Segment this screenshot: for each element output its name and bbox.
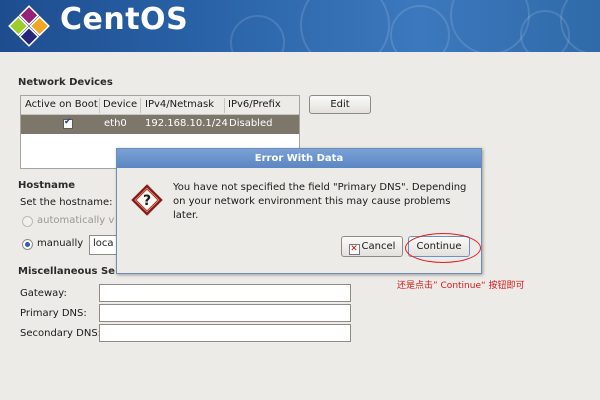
banner-swirl <box>300 0 390 52</box>
column-header-ipv6[interactable]: IPv6/Prefix <box>228 99 281 110</box>
gateway-field[interactable] <box>99 284 351 302</box>
banner-swirl <box>390 5 450 52</box>
active-on-boot-checkbox[interactable] <box>63 117 73 129</box>
header-banner: CentOS <box>0 0 600 52</box>
manual-hostname-label: manually <box>37 238 84 249</box>
banner-swirl <box>230 15 285 52</box>
annotation-note: 还是点击” Continue“ 按钮即可 <box>397 281 525 291</box>
secondary-dns-field[interactable] <box>99 324 351 342</box>
primary-dns-label: Primary DNS: <box>20 308 87 319</box>
cancel-button-label: Cancel <box>361 241 396 252</box>
dialog-title: Error With Data <box>117 149 481 168</box>
question-icon: ? <box>131 184 163 216</box>
misc-settings-title: Miscellaneous Se <box>18 266 115 277</box>
gateway-label: Gateway: <box>20 288 67 299</box>
secondary-dns-label: Secondary DNS: <box>20 328 102 339</box>
table-row[interactable]: eth0 192.168.10.1/24 Disabled <box>21 115 299 134</box>
edit-button[interactable]: Edit <box>309 95 371 114</box>
cancel-button[interactable]: ✕ Cancel <box>341 236 403 257</box>
dialog-message: You have not specified the field "Primar… <box>173 182 467 221</box>
hostname-title: Hostname <box>18 180 76 191</box>
automatic-hostname-label: automatically v <box>37 215 115 226</box>
manual-hostname-radio[interactable] <box>22 239 33 250</box>
column-separator <box>99 98 100 113</box>
edit-button-label: Edit <box>330 99 350 110</box>
column-separator <box>140 98 141 113</box>
device-ipv4: 192.168.10.1/24 <box>145 118 228 129</box>
cancel-icon: ✕ <box>348 244 360 255</box>
primary-dns-field[interactable] <box>99 304 351 322</box>
device-list-header: Active on Boot Device IPv4/Netmask IPv6/… <box>21 96 299 115</box>
svg-text:?: ? <box>143 193 151 209</box>
annotation-highlight-ellipse <box>405 233 481 263</box>
column-header-device[interactable]: Device <box>103 99 137 110</box>
automatic-hostname-radio[interactable] <box>22 216 33 227</box>
column-separator <box>224 98 225 113</box>
set-hostname-label: Set the hostname: <box>20 197 113 208</box>
banner-swirl <box>450 0 530 52</box>
column-header-active[interactable]: Active on Boot <box>25 99 98 110</box>
banner-title: CentOS <box>60 2 189 37</box>
device-name: eth0 <box>104 118 127 129</box>
device-ipv6: Disabled <box>229 118 273 129</box>
network-devices-title: Network Devices <box>18 77 113 88</box>
column-header-ipv4[interactable]: IPv4/Netmask <box>145 99 214 110</box>
centos-logo-icon <box>8 5 50 47</box>
